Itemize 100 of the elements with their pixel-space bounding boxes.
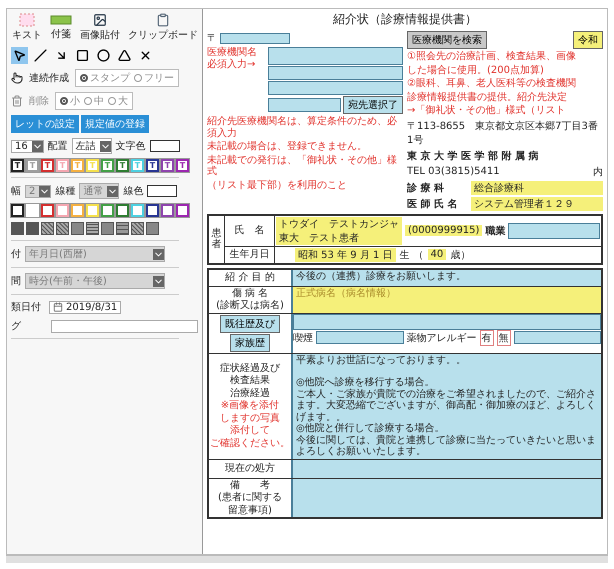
align-select[interactable]: 左詰 (72, 138, 112, 154)
fill-pattern-swatch[interactable] (26, 222, 39, 235)
tag-input-field[interactable] (51, 320, 198, 332)
insert-tool-button[interactable]: 画像貼付 (79, 13, 121, 42)
caret-icon[interactable] (32, 140, 43, 152)
address-field[interactable] (268, 66, 403, 80)
smoking-field[interactable] (316, 331, 404, 344)
fill-pattern-swatch[interactable] (41, 222, 54, 235)
fill-pattern-swatch[interactable] (56, 222, 69, 235)
font-size-select[interactable]: 16 (11, 140, 44, 152)
fill-pattern-swatch[interactable] (116, 222, 129, 235)
caret-icon[interactable] (100, 140, 111, 152)
radio-option[interactable]: 小 (60, 94, 80, 108)
text-color-swatch[interactable]: T (146, 159, 159, 172)
era-button[interactable]: 令和 (573, 31, 603, 49)
address-field[interactable] (268, 81, 403, 95)
age-open: （ (414, 248, 424, 262)
age-field[interactable]: 40 (428, 249, 446, 260)
job-field[interactable] (508, 222, 600, 238)
history-field[interactable] (293, 314, 601, 330)
line-color-swatch[interactable] (131, 204, 144, 217)
line-color-swatch[interactable] (56, 204, 69, 217)
clinic-name: 東 京 大 学 医 学 部 附 属 病 (407, 149, 540, 162)
birth-date-field[interactable]: 昭和 53 年 9 月 1 日 (295, 248, 396, 262)
history-button[interactable]: 既往歴及び (220, 314, 280, 332)
field-label: 間 (11, 275, 21, 288)
line-color-box[interactable] (147, 185, 178, 197)
allergy-option[interactable]: 無 (496, 330, 510, 346)
calendar-icon[interactable] (53, 302, 63, 312)
text-color-box[interactable] (150, 140, 180, 152)
text-color-swatch[interactable]: T (116, 159, 129, 172)
image-icon (93, 13, 107, 27)
text-color-label: 文字色 (116, 140, 146, 153)
caret-icon[interactable] (107, 186, 118, 196)
text-area[interactable]: 今後の（連携）診療をお願いします。 (293, 270, 601, 286)
search-button[interactable]: 医療機関を検索 (407, 31, 487, 49)
text-color-swatch[interactable]: T (11, 159, 24, 172)
insert-tool-button[interactable]: クリップボード (127, 13, 199, 42)
caret-icon[interactable] (153, 248, 164, 260)
caret-icon[interactable] (153, 276, 164, 286)
insert-tool-button[interactable]: 付箋 (49, 14, 73, 41)
row-label: 現在の処方 (225, 462, 275, 474)
radio-option[interactable]: 中 (84, 94, 104, 108)
name-label: 氏 名 (234, 224, 264, 236)
row-note: 添付して (230, 425, 270, 437)
fill-pattern-swatch[interactable] (11, 222, 24, 235)
line-type-label: 線種 (55, 185, 76, 198)
note-text: ①照会先の治療計画、検査結果、画像 (407, 51, 577, 62)
address-field[interactable] (268, 98, 341, 112)
row-label: 紹 介 目 的 (225, 272, 275, 284)
confirm-button[interactable]: 宛先選択了 (343, 96, 403, 114)
insert-tool-button[interactable]: キスト (11, 13, 43, 42)
fill-pattern-swatch[interactable] (146, 222, 159, 235)
address-field[interactable] (268, 47, 403, 65)
line-color-swatch[interactable] (176, 204, 189, 217)
allergy-option[interactable]: 有 (480, 330, 494, 346)
fill-pattern-swatch[interactable] (131, 222, 144, 235)
radio-option[interactable]: 大 (108, 94, 128, 108)
allergy-field[interactable] (514, 331, 601, 344)
line-color-swatch[interactable] (146, 204, 159, 217)
text-color-swatch[interactable]: T (176, 159, 189, 172)
name-kana: トウダイ テストカンジャ (279, 218, 399, 230)
text-area[interactable] (293, 460, 601, 478)
fill-pattern-swatch[interactable] (86, 222, 99, 235)
radio-option[interactable]: スタンプ (80, 71, 130, 85)
text-color-swatch[interactable]: T (41, 159, 54, 172)
line-color-swatch[interactable] (161, 204, 174, 217)
field-label: 類日付 (11, 300, 41, 314)
line-color-swatch[interactable] (116, 204, 129, 217)
history-button[interactable]: 家族歴 (230, 334, 270, 352)
doctor-field[interactable]: システム管理者１２９ (471, 196, 603, 210)
palette-button[interactable]: 規定値の登録 (81, 115, 149, 133)
age-unit: 歳） (450, 248, 470, 262)
continuous-label: 連続作成 (29, 72, 69, 85)
caret-icon[interactable] (39, 186, 50, 196)
line-color-swatch[interactable] (11, 204, 24, 217)
square-icon[interactable] (74, 47, 91, 64)
triangle-icon[interactable] (116, 47, 133, 64)
palette-button[interactable]: レットの設定 (11, 115, 79, 133)
doctor-label: 医 師 氏 名 (407, 198, 458, 210)
fill-pattern-swatch[interactable] (71, 222, 84, 235)
postal-code-field[interactable] (220, 32, 290, 44)
hand-pointer-icon (11, 72, 23, 84)
circle-icon[interactable] (95, 47, 112, 64)
pointer-icon[interactable] (11, 47, 28, 64)
line-color-swatch[interactable] (71, 204, 84, 217)
department-field[interactable]: 総合診療科 (471, 180, 603, 194)
text-line: ご本人・ご家族が貴院での治療をご希望されましたので、ご紹介さ (296, 388, 597, 400)
date-field[interactable]: 2019/8/31 (49, 300, 122, 314)
fill-pattern-swatch[interactable] (101, 222, 114, 235)
line-icon[interactable] (32, 47, 49, 64)
text-line: ◎他院へ診療を移行する場合。 (296, 377, 436, 388)
line-color-swatch[interactable] (41, 204, 54, 217)
radio-option[interactable]: フリー (134, 71, 174, 85)
line-color-swatch[interactable] (101, 204, 114, 217)
row-sublabel: (患者に関する (218, 492, 282, 504)
text-color-swatch[interactable]: T (161, 159, 174, 172)
text-line: よろしくお願いいたします。 (296, 446, 427, 458)
text-area[interactable]: 平素よりお世話になっております。。 ◎他院へ診療を移行する場合。 ご本人・ご家族が貴院での治療をご希望されましたので、ご紹介さ ます。大変恐縮でございますが、御高配・御加療のほど、よろしく げます。。 ◎他院と併行して診療する場合。 今後に関しては、貴院と連携して診療に当たっていきたいと思いま よろしくお願いいたします。 (293, 354, 601, 458)
row-label: 備 考 (230, 480, 270, 491)
